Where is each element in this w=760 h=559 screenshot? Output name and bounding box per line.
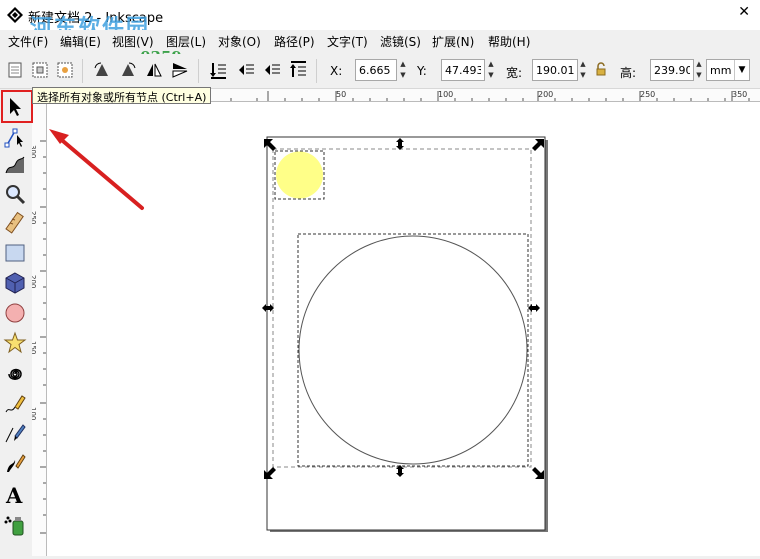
- unit-value: mm: [710, 64, 732, 77]
- node-icon[interactable]: [3, 125, 27, 149]
- tooltip: 选择所有对象或所有节点 (Ctrl+A): [32, 87, 212, 104]
- rotate-cw-icon[interactable]: [118, 60, 138, 80]
- raise-icon[interactable]: [262, 60, 282, 80]
- tweak-icon[interactable]: [3, 153, 27, 177]
- width-spinner[interactable]: ▲ ▼: [578, 59, 588, 81]
- vruler-tick-label: 300: [32, 145, 37, 158]
- drawing-canvas[interactable]: [47, 102, 760, 556]
- unit-select[interactable]: mm ▼: [706, 59, 750, 81]
- menu-path[interactable]: 路径(P): [274, 33, 315, 50]
- lower-icon[interactable]: [236, 60, 256, 80]
- pen-icon[interactable]: [3, 422, 27, 446]
- zoom-icon[interactable]: [3, 182, 27, 206]
- circle-icon[interactable]: [3, 301, 27, 325]
- menu-file[interactable]: 文件(F): [8, 33, 48, 50]
- x-field[interactable]: [355, 59, 397, 81]
- toolbar-separator: [316, 59, 317, 83]
- vruler-tick-label: 150: [32, 341, 37, 354]
- annotation-arrow: [49, 129, 144, 210]
- spin-up-icon[interactable]: ▲: [578, 59, 588, 70]
- rotate-ccw-icon[interactable]: [92, 60, 112, 80]
- spin-up-icon[interactable]: ▲: [398, 59, 408, 70]
- vertical-ruler: 300 250 200 150 100: [32, 101, 47, 556]
- spin-up-icon[interactable]: ▲: [486, 59, 496, 70]
- title-bar: 新建文档 2 - Inkscape 河东软件园 ✕: [0, 0, 760, 41]
- spin-down-icon[interactable]: ▼: [398, 70, 408, 81]
- hruler-tick-label: 50: [336, 90, 346, 99]
- 3dbox-icon[interactable]: [3, 271, 27, 295]
- menu-text[interactable]: 文字(T): [327, 33, 368, 50]
- hruler-tick-label: 250: [640, 90, 655, 99]
- width-label: 宽:: [506, 66, 523, 80]
- flip-horizontal-icon[interactable]: [144, 60, 164, 80]
- pencil-icon[interactable]: [3, 392, 27, 416]
- selector-tool-highlight: [1, 90, 33, 123]
- toolbar-separator: [82, 59, 83, 83]
- y-input[interactable]: [442, 60, 484, 80]
- hruler-tick-label: 200: [538, 90, 553, 99]
- star-icon[interactable]: [3, 331, 27, 355]
- vruler-tick-label: 250: [32, 211, 37, 224]
- x-spinner[interactable]: ▲ ▼: [398, 59, 408, 81]
- flip-vertical-icon[interactable]: [170, 60, 190, 80]
- select-all-icon[interactable]: [5, 60, 25, 80]
- small-yellow-circle[interactable]: [276, 151, 323, 199]
- svg-text:A: A: [5, 483, 23, 506]
- height-label: 高:: [620, 66, 637, 80]
- vruler-tick-label: 200: [32, 275, 37, 288]
- hruler-tick-label: 350: [732, 90, 747, 99]
- raise-to-top-icon[interactable]: [288, 60, 308, 80]
- toolbox: A: [0, 89, 30, 556]
- chevron-down-icon[interactable]: ▼: [734, 60, 749, 80]
- hruler-tick-label: 100: [438, 90, 453, 99]
- y-field[interactable]: [441, 59, 485, 81]
- calligraphy-icon[interactable]: [3, 452, 27, 476]
- menu-object[interactable]: 对象(O): [218, 33, 261, 50]
- inkscape-logo-icon: [7, 7, 23, 23]
- spiral-icon[interactable]: [3, 362, 27, 386]
- menu-extensions[interactable]: 扩展(N): [432, 33, 474, 50]
- vruler-tick-label: 100: [32, 407, 37, 420]
- text-icon[interactable]: A: [3, 482, 27, 506]
- x-label: X:: [330, 64, 343, 78]
- deselect-icon[interactable]: [55, 60, 75, 80]
- close-window-button[interactable]: ✕: [738, 4, 750, 20]
- spin-down-icon[interactable]: ▼: [694, 70, 704, 81]
- select-all-layers-icon[interactable]: [30, 60, 50, 80]
- spin-up-icon[interactable]: ▲: [694, 59, 704, 70]
- y-label: Y:: [417, 64, 427, 78]
- width-input[interactable]: [533, 60, 577, 80]
- height-spinner[interactable]: ▲ ▼: [694, 59, 704, 81]
- spin-down-icon[interactable]: ▼: [486, 70, 496, 81]
- y-spinner[interactable]: ▲ ▼: [486, 59, 496, 81]
- canvas-drawing: [49, 129, 548, 532]
- measure-icon[interactable]: [3, 211, 27, 235]
- spray-icon[interactable]: [3, 513, 27, 537]
- width-field[interactable]: [532, 59, 578, 81]
- height-input[interactable]: [651, 60, 693, 80]
- menu-filters[interactable]: 滤镜(S): [380, 33, 421, 50]
- tool-controls-bar: X: ▲▼ Y: ▲▼ 宽: ▲▼ 高: ▲▼ mm▼: [0, 54, 760, 89]
- height-field[interactable]: [650, 59, 694, 81]
- spin-down-icon[interactable]: ▼: [578, 70, 588, 81]
- x-input[interactable]: [356, 60, 396, 80]
- rect-icon[interactable]: [3, 241, 27, 265]
- toolbar-separator: [198, 59, 199, 83]
- lower-to-bottom-icon[interactable]: [208, 60, 228, 80]
- menu-help[interactable]: 帮助(H): [488, 33, 530, 50]
- lock-ratio-icon[interactable]: [594, 62, 608, 78]
